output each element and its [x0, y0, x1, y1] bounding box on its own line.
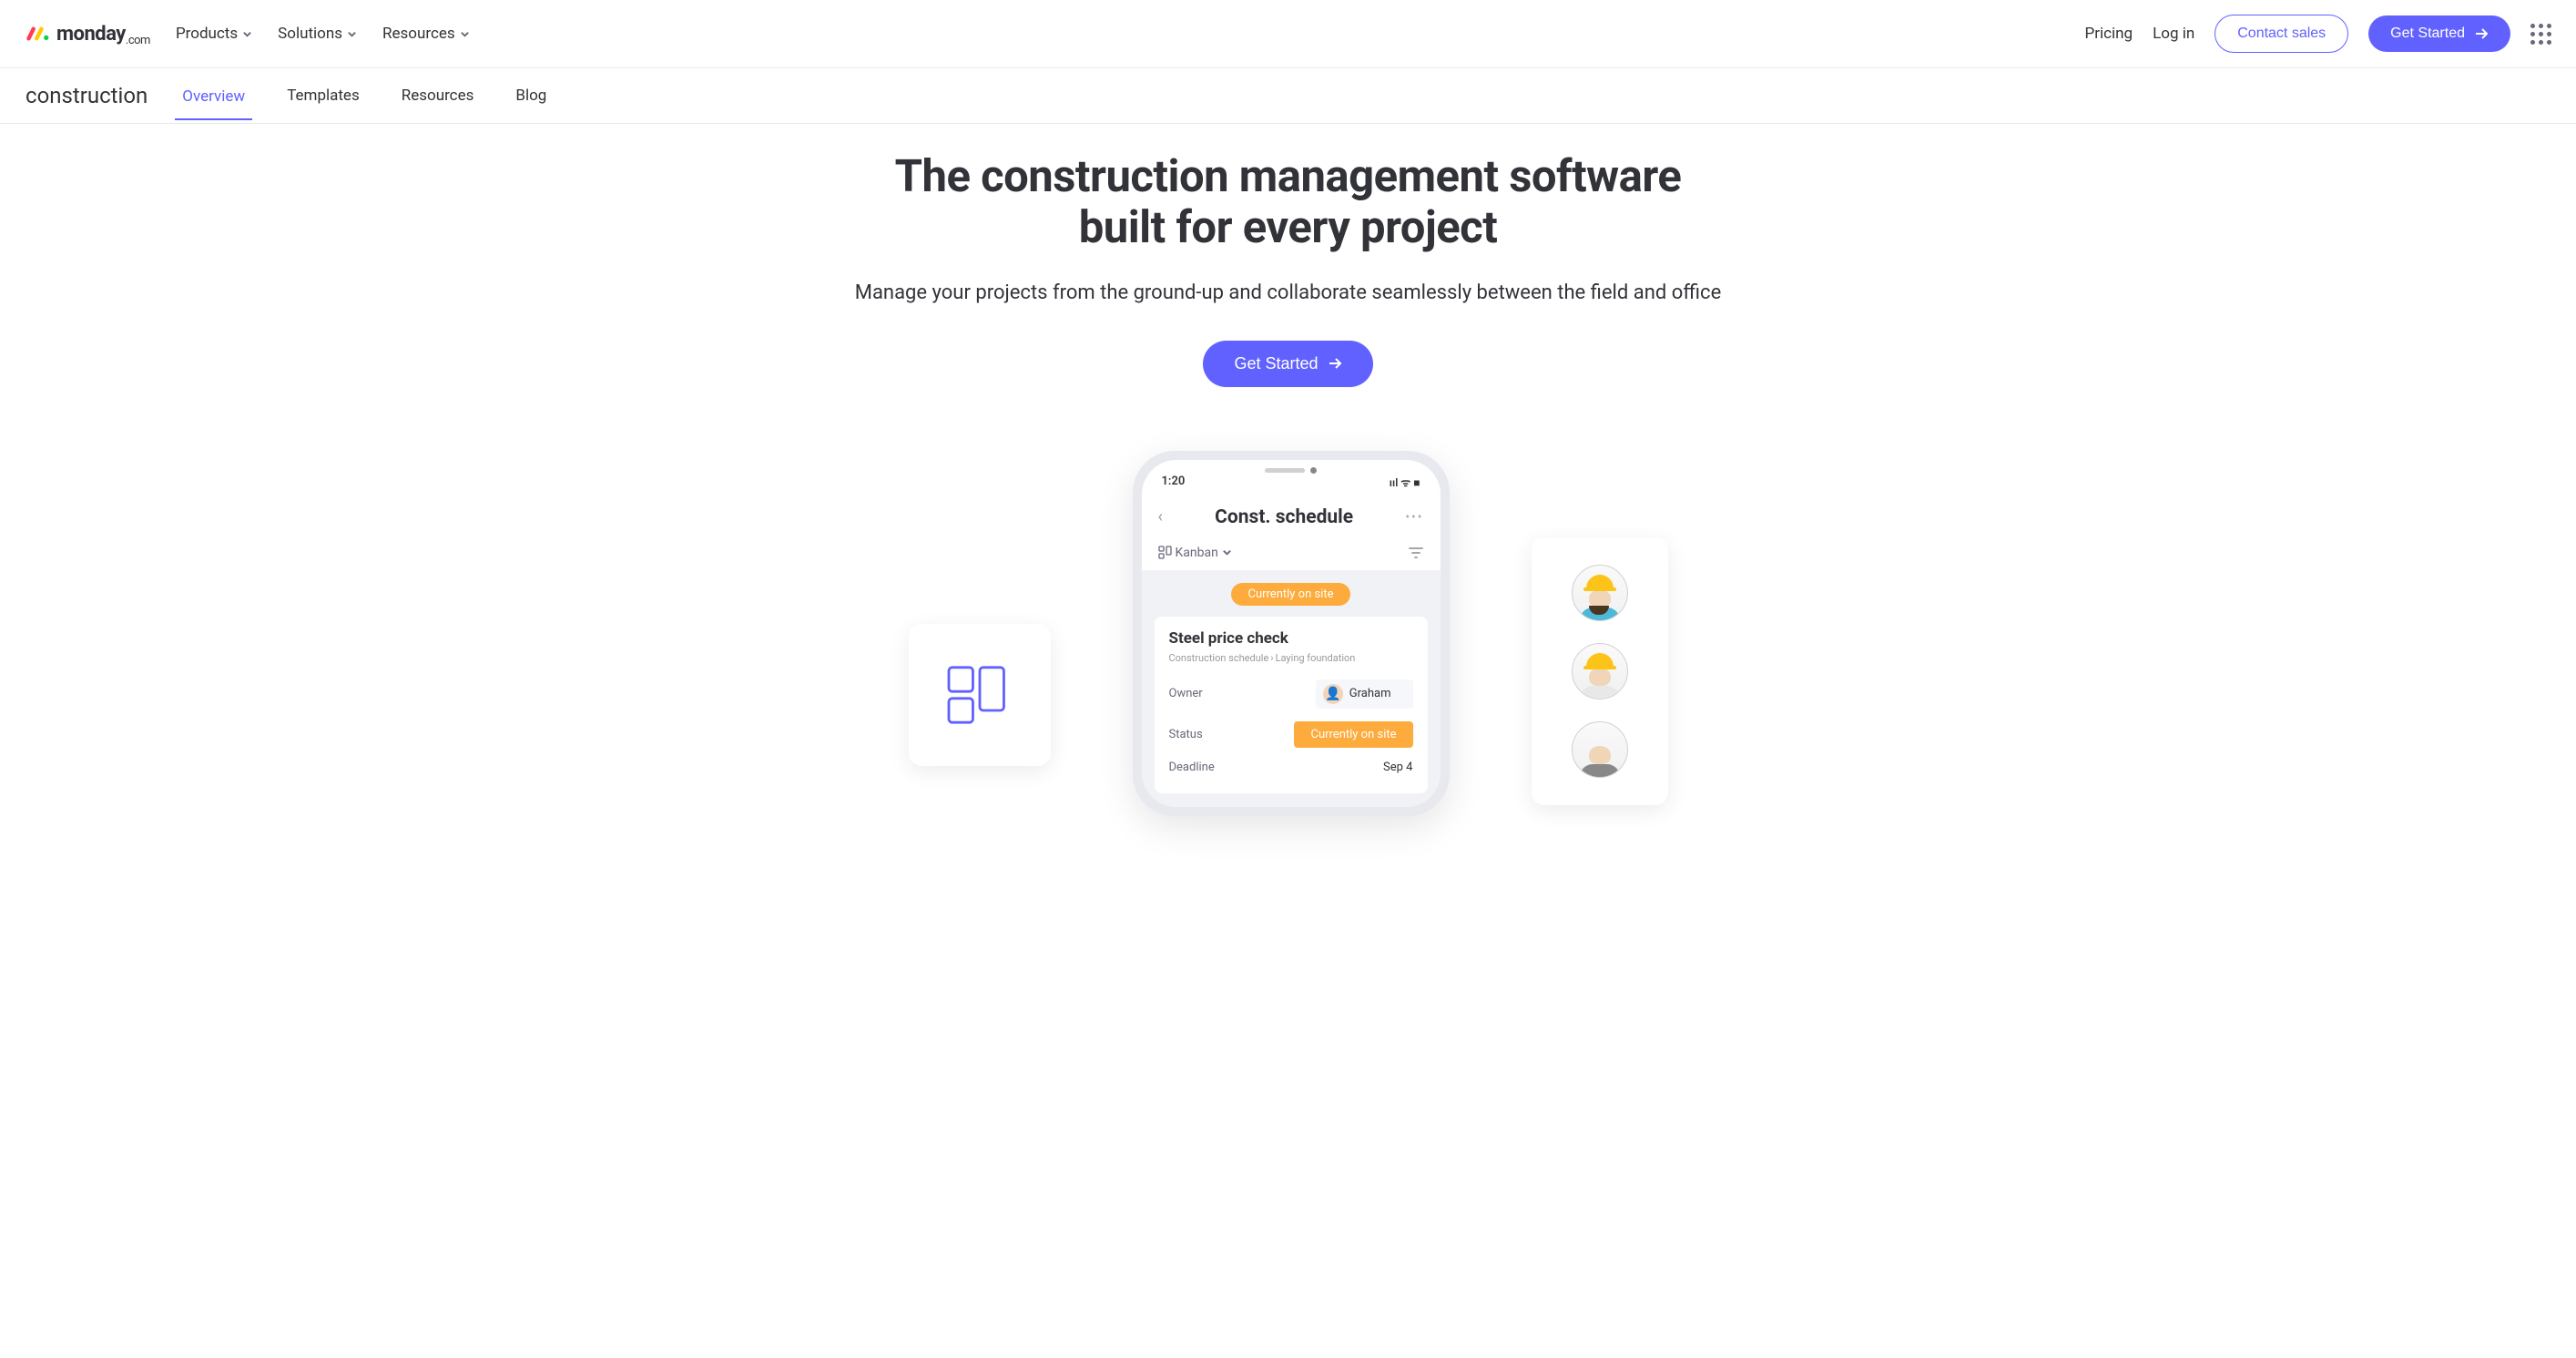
nav-login[interactable]: Log in	[2153, 25, 2194, 43]
nav-left: monday.com Products Solutions Resources	[25, 23, 470, 46]
arrow-right-icon	[1328, 356, 1342, 371]
card-status-row: Status Currently on site	[1169, 715, 1413, 754]
sub-navigation: construction Overview Templates Resource…	[0, 68, 2576, 124]
nav-solutions[interactable]: Solutions	[278, 25, 357, 43]
nav-pricing[interactable]: Pricing	[2085, 25, 2133, 43]
chevron-down-icon	[460, 29, 470, 39]
more-icon[interactable]: •••	[1405, 510, 1423, 525]
nav-resources[interactable]: Resources	[382, 25, 470, 43]
phone-notch	[1227, 460, 1355, 482]
kanban-icon	[945, 664, 1014, 726]
nav-right: Pricing Log in Contact sales Get Started	[2085, 15, 2551, 53]
back-icon[interactable]: ‹	[1158, 507, 1163, 526]
owner-avatar: 👤	[1323, 684, 1343, 704]
hero-subtitle: Manage your projects from the ground-up …	[18, 281, 2558, 304]
sub-nav-title: construction	[25, 68, 148, 123]
card-title: Steel price check	[1169, 629, 1413, 648]
monday-logo[interactable]: monday.com	[25, 23, 150, 46]
tab-blog[interactable]: Blog	[508, 70, 554, 121]
chevron-down-icon	[347, 29, 357, 39]
get-started-button[interactable]: Get Started	[2368, 15, 2510, 52]
hard-hat-icon	[1586, 653, 1614, 669]
phone-status-icons: ııl ᯤ ■	[1390, 475, 1420, 490]
phone-time: 1:20	[1162, 475, 1186, 490]
kanban-card[interactable]: Steel price check Construction schedule›…	[1155, 617, 1428, 793]
nav-products[interactable]: Products	[176, 25, 252, 43]
logo-text: monday.com	[56, 23, 150, 46]
tab-overview[interactable]: Overview	[175, 71, 252, 120]
worker-avatar-1	[1572, 565, 1628, 621]
chevron-down-icon	[1222, 547, 1232, 557]
filter-icon[interactable]	[1408, 545, 1424, 561]
workers-card	[1532, 537, 1668, 805]
top-navigation: monday.com Products Solutions Resources …	[0, 0, 2576, 68]
kanban-icon-card	[909, 624, 1051, 766]
status-label: Status	[1169, 728, 1203, 741]
owner-label: Owner	[1169, 687, 1203, 700]
hero-get-started-button[interactable]: Get Started	[1203, 341, 1372, 387]
card-owner-row: Owner 👤 Graham	[1169, 673, 1413, 715]
owner-value[interactable]: 👤 Graham	[1316, 679, 1413, 709]
hero-section: The construction management software bui…	[0, 124, 2576, 405]
arrow-right-icon	[2474, 26, 2489, 41]
kanban-small-icon	[1158, 546, 1172, 559]
status-value[interactable]: Currently on site	[1294, 721, 1412, 748]
card-deadline-row: Deadline Sep 4	[1169, 754, 1413, 781]
chevron-down-icon	[242, 29, 252, 39]
card-breadcrumb: Construction schedule›Laying foundation	[1169, 652, 1413, 664]
hero-title: The construction management software bui…	[18, 151, 2558, 254]
worker-avatar-2	[1572, 643, 1628, 699]
worker-avatar-3	[1572, 721, 1628, 778]
hard-hat-icon	[1586, 575, 1614, 591]
view-selector[interactable]: Kanban	[1158, 546, 1232, 560]
view-selector-bar: Kanban	[1142, 541, 1441, 570]
app-header: ‹ Const. schedule •••	[1142, 497, 1441, 541]
hero-illustration: 1:20 ııl ᯤ ■ ‹ Const. schedule ••• Kanba…	[0, 451, 2576, 816]
contact-sales-button[interactable]: Contact sales	[2215, 15, 2348, 53]
logo-icon	[25, 24, 51, 44]
phone-mockup: 1:20 ııl ᯤ ■ ‹ Const. schedule ••• Kanba…	[1133, 451, 1450, 816]
deadline-value[interactable]: Sep 4	[1383, 761, 1412, 774]
tab-resources[interactable]: Resources	[394, 70, 482, 121]
tab-templates[interactable]: Templates	[280, 70, 367, 121]
apps-menu-icon[interactable]	[2530, 24, 2551, 44]
app-title: Const. schedule	[1215, 506, 1353, 528]
kanban-board: Currently on site Steel price check Cons…	[1142, 570, 1441, 807]
column-status-chip: Currently on site	[1231, 583, 1349, 606]
deadline-label: Deadline	[1169, 761, 1215, 774]
